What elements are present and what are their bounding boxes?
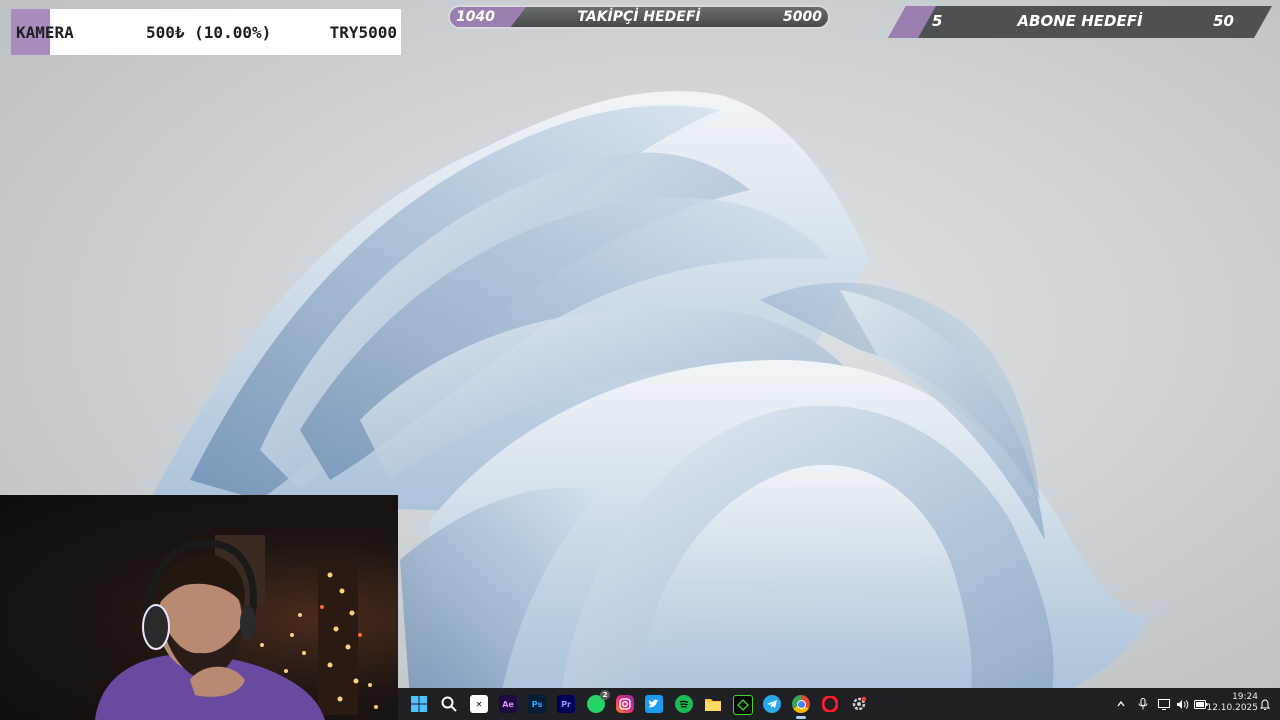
microphone-icon[interactable]: [1138, 688, 1148, 720]
taskbar-clock[interactable]: 19:24 12.10.2025: [1206, 692, 1258, 714]
spotify-icon[interactable]: [675, 695, 693, 713]
camera-donation-goal: KAMERA 500₺ (10.00%) TRY5000: [11, 9, 401, 55]
search-icon[interactable]: [440, 695, 458, 713]
instagram-icon[interactable]: [616, 695, 634, 713]
after-effects-icon[interactable]: Ae: [499, 695, 517, 713]
file-explorer-icon[interactable]: [704, 695, 722, 713]
windows-start-icon[interactable]: [410, 695, 428, 713]
clock-date: 12.10.2025: [1206, 703, 1258, 713]
webcam-feed: [0, 495, 398, 720]
subscriber-goal-target: 50: [1213, 12, 1234, 30]
follower-goal-bar: 1040 TAKİPÇİ HEDEFİ 5000: [448, 5, 830, 29]
subscriber-goal-bar: 5 ABONE HEDEFİ 50: [888, 6, 1272, 38]
webcam-scene: [95, 535, 378, 720]
clock-time: 19:24: [1232, 692, 1258, 702]
chrome-center-dot: [796, 699, 806, 709]
settings-icon[interactable]: [850, 695, 868, 713]
opera-icon[interactable]: [821, 695, 839, 713]
razer-icon[interactable]: [733, 695, 753, 715]
network-icon[interactable]: [1158, 688, 1170, 720]
camera-goal-target: TRY5000: [329, 22, 397, 42]
capcut-icon[interactable]: ✕: [470, 695, 488, 713]
chrome-active-indicator: [796, 716, 806, 719]
tray-overflow-chevron-icon[interactable]: [1116, 688, 1126, 720]
windows-taskbar: ✕ Ae Ps Pr 2 19:24 12.10.2025: [398, 688, 1280, 720]
premiere-icon[interactable]: Pr: [557, 695, 575, 713]
photoshop-icon[interactable]: Ps: [528, 695, 546, 713]
whatsapp-badge: 2: [600, 690, 610, 700]
camera-goal-label: KAMERA: [16, 22, 74, 42]
camera-goal-progress-text: 500₺ (10.00%): [146, 22, 272, 42]
telegram-icon[interactable]: [763, 695, 781, 713]
volume-icon[interactable]: [1176, 688, 1189, 720]
follower-goal-target: 5000: [783, 9, 822, 25]
twitter-icon[interactable]: [645, 695, 663, 713]
whatsapp-icon[interactable]: 2: [587, 690, 610, 713]
follower-goal-title: TAKİPÇİ HEDEFİ: [577, 9, 701, 25]
chrome-icon[interactable]: [792, 695, 810, 713]
notification-bell-icon[interactable]: [1260, 688, 1270, 720]
